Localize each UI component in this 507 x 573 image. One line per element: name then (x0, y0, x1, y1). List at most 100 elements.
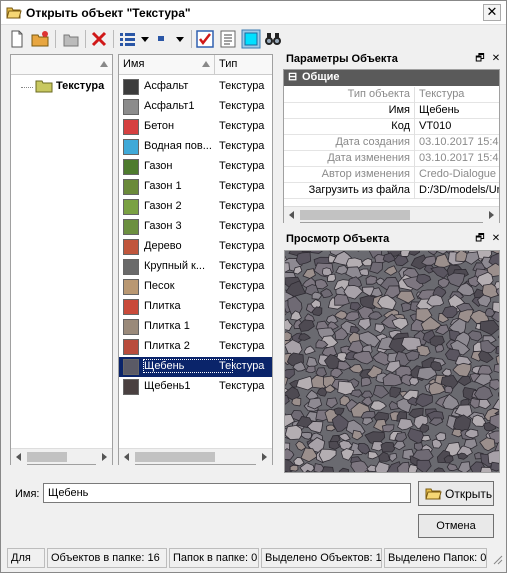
gravel-stone (495, 345, 499, 355)
tree-hscrollbar[interactable] (11, 448, 112, 465)
float-panel-icon[interactable]: 🗗 (474, 53, 486, 65)
tree-root-item[interactable]: Текстура (56, 80, 112, 92)
gravel-stone (441, 305, 458, 319)
property-row[interactable]: Загрузить из файла D:/3D/models/Un (284, 183, 499, 199)
gravel-stone (367, 451, 380, 460)
property-value[interactable]: Текстура (417, 87, 499, 103)
find-binoculars-icon[interactable] (263, 29, 283, 49)
float-panel-icon[interactable]: 🗗 (474, 233, 486, 245)
list-item[interactable]: Газон 1 Текстура (119, 177, 272, 197)
cancel-button[interactable]: Отмена (418, 514, 494, 538)
gravel-stone (358, 268, 370, 277)
gravel-stone (311, 291, 322, 300)
column-header-type[interactable]: Тип (215, 55, 272, 75)
list-hscrollbar[interactable] (119, 448, 272, 465)
gravel-stone (489, 379, 499, 391)
scroll-right-arrow[interactable] (256, 449, 272, 465)
list-item-type: Текстура (219, 80, 265, 92)
property-value[interactable]: VT010 (417, 119, 499, 135)
resize-grip-icon[interactable] (491, 553, 503, 565)
properties-grid: ⊟ Общие Тип объекта Текстура Имя Щебень Код V… (283, 69, 500, 223)
properties-toggle-icon[interactable] (218, 29, 238, 49)
tree-header[interactable] (11, 55, 112, 75)
new-folder-icon[interactable] (30, 29, 50, 49)
list-item[interactable]: Газон 3 Текстура (119, 217, 272, 237)
gravel-stone (361, 258, 373, 267)
close-button[interactable]: ✕ (483, 4, 501, 21)
list-item[interactable]: Газон Текстура (119, 157, 272, 177)
scroll-right-arrow[interactable] (483, 207, 499, 223)
scroll-thumb[interactable] (27, 452, 67, 462)
open-folder-icon (6, 5, 22, 19)
list-item[interactable]: Газон 2 Текстура (119, 197, 272, 217)
view-list-icon[interactable] (118, 29, 152, 49)
column-header-type-label: Тип (219, 58, 238, 70)
list-item[interactable]: Дерево Текстура (119, 237, 272, 257)
gravel-stone (420, 435, 432, 442)
list-item[interactable]: Плитка 2 Текстура (119, 337, 272, 357)
folder-up-icon[interactable] (61, 29, 81, 49)
gravel-stone (479, 319, 499, 336)
gravel-stone (285, 331, 292, 341)
property-row[interactable]: Тип объекта Текстура (284, 87, 499, 103)
property-value[interactable]: 03.10.2017 15:46 (417, 135, 499, 151)
list-item[interactable]: Плитка Текстура (119, 297, 272, 317)
preview-title: Просмотр Объекта (283, 231, 500, 249)
list-item[interactable]: Щебень Текстура (119, 357, 272, 377)
texture-swatch-icon (123, 119, 139, 135)
texture-swatch-icon (123, 319, 139, 335)
list-item[interactable]: Асфальт Текстура (119, 77, 272, 97)
property-value[interactable]: 03.10.2017 15:46 (417, 151, 499, 167)
preview-toggle-icon[interactable] (241, 29, 261, 49)
property-row[interactable]: Автор изменения Credo-Dialogue (284, 167, 499, 183)
scroll-right-arrow[interactable] (96, 449, 112, 465)
list-item-type: Текстура (219, 240, 265, 252)
texture-swatch-icon (123, 139, 139, 155)
texture-swatch-icon (123, 219, 139, 235)
name-input[interactable]: Щебень (43, 483, 411, 503)
list-item[interactable]: Бетон Текстура (119, 117, 272, 137)
scroll-thumb[interactable] (300, 210, 410, 220)
column-header-name[interactable]: Имя (119, 55, 215, 75)
collapse-icon[interactable]: ⊟ (288, 70, 297, 85)
property-value[interactable]: D:/3D/models/Un (417, 183, 499, 199)
properties-group-label: Общие (302, 71, 340, 83)
property-value[interactable]: Щебень (417, 103, 499, 119)
gravel-stone (474, 385, 494, 401)
gravel-stone (305, 365, 316, 374)
properties-group-header[interactable]: ⊟ Общие (284, 70, 499, 86)
checkbox-toggle-icon[interactable] (195, 29, 215, 49)
toolbar (1, 26, 506, 52)
list-item[interactable]: Песок Текстура (119, 277, 272, 297)
property-row[interactable]: Имя Щебень (284, 103, 499, 119)
gravel-stone (380, 441, 396, 453)
view-mode-icon[interactable] (155, 29, 189, 49)
delete-icon[interactable] (89, 29, 109, 49)
scroll-left-arrow[interactable] (284, 207, 300, 223)
property-value[interactable]: Credo-Dialogue (417, 167, 499, 183)
properties-hscrollbar[interactable] (284, 206, 499, 223)
scroll-thumb[interactable] (135, 452, 215, 462)
property-row[interactable]: Код VT010 (284, 119, 499, 135)
scroll-left-arrow[interactable] (11, 449, 27, 465)
list-item[interactable]: Щебень1 Текстура (119, 377, 272, 397)
property-row[interactable]: Дата изменения 03.10.2017 15:46 (284, 151, 499, 167)
list-item[interactable]: Плитка 1 Текстура (119, 317, 272, 337)
list-item[interactable]: Асфальт1 Текстура (119, 97, 272, 117)
scroll-left-arrow[interactable] (119, 449, 135, 465)
gravel-stone (302, 268, 316, 279)
close-panel-icon[interactable]: ✕ (490, 53, 502, 65)
new-file-icon[interactable] (7, 29, 27, 49)
close-panel-icon[interactable]: ✕ (490, 233, 502, 245)
list-item[interactable]: Крупный к... Текстура (119, 257, 272, 277)
status-selected-folders: Выделено Папок: 0 (384, 548, 487, 568)
list-item-type: Текстура (219, 260, 265, 272)
gravel-stone (285, 448, 295, 460)
texture-swatch-icon (123, 159, 139, 175)
name-label: Имя: (15, 488, 40, 500)
property-row[interactable]: Дата создания 03.10.2017 15:46 (284, 135, 499, 151)
gravel-stone (446, 463, 459, 472)
open-button[interactable]: Открыть (418, 481, 494, 506)
list-item[interactable]: Водная пов... Текстура (119, 137, 272, 157)
property-key: Загрузить из файла (284, 183, 415, 199)
